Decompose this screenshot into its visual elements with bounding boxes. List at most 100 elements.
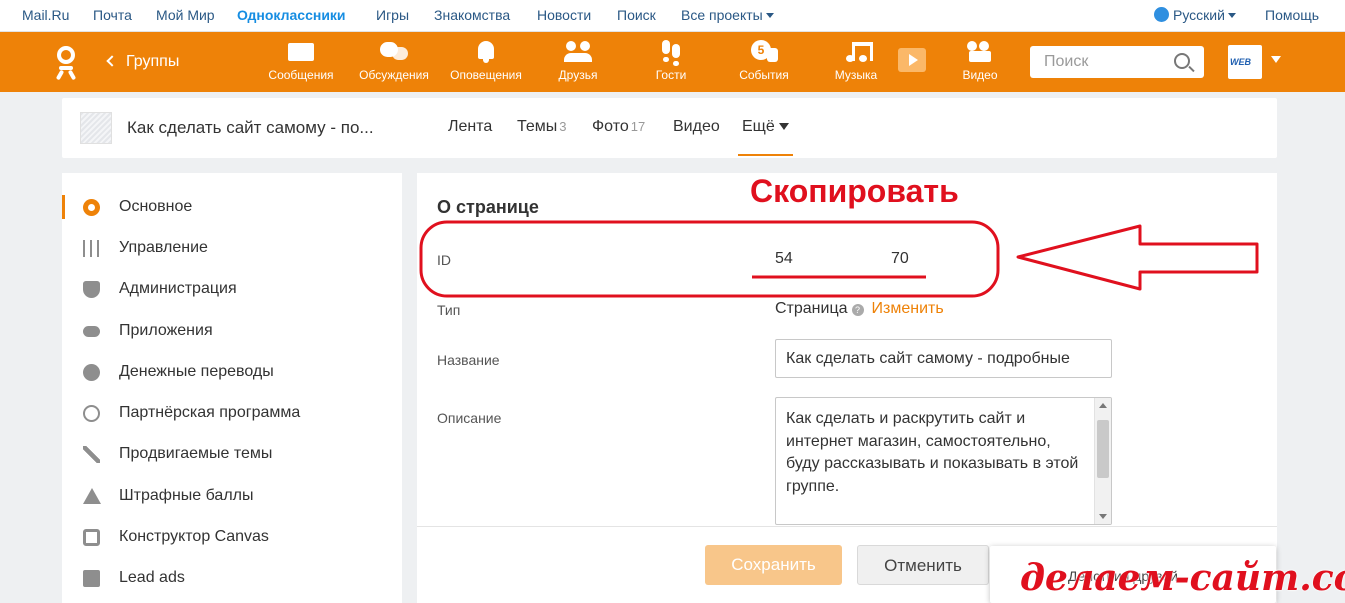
sidebar-item-label: Администрация — [119, 280, 237, 297]
chevron-down-icon[interactable] — [1271, 56, 1281, 63]
group-avatar[interactable] — [80, 112, 112, 144]
chevron-left-icon — [106, 55, 118, 67]
avatar[interactable]: WEB — [1228, 45, 1262, 79]
tab-label: Фото — [592, 118, 629, 135]
type-value: Страница — [775, 300, 848, 317]
search-icon[interactable] — [1174, 53, 1190, 69]
description-label: Описание — [437, 410, 502, 426]
description-textarea[interactable]: Как сделать и раскрутить сайт и интернет… — [775, 397, 1112, 525]
sidebar-item-label: Основное — [119, 198, 193, 215]
tab-feed[interactable]: Лента — [448, 118, 492, 136]
nav-messages[interactable]: Сообщения — [265, 40, 337, 82]
description-scrollbar[interactable] — [1094, 398, 1111, 524]
sidebar-item-label: Штрафные баллы — [119, 487, 254, 504]
gamepad-icon — [83, 326, 100, 337]
nav-music[interactable]: Музыка — [831, 40, 881, 82]
users-icon — [564, 40, 592, 64]
tab-label: Ещё — [742, 118, 775, 135]
nav-messages-label: Сообщения — [268, 68, 334, 82]
portal-link-odnoklassniki[interactable]: Одноклассники — [237, 7, 346, 23]
tab-more[interactable]: Ещё — [738, 118, 793, 156]
sidebar-item-label: Партнёрская программа — [119, 404, 301, 421]
sidebar-item-lead-ads[interactable]: Lead ads — [62, 558, 402, 598]
nav-events[interactable]: 5 События — [735, 40, 793, 82]
nav-guests[interactable]: Гости — [650, 40, 692, 82]
id-value-part2[interactable]: 70 — [891, 250, 909, 268]
footprints-icon — [657, 40, 685, 64]
sidebar-item-label: Lead ads — [119, 569, 185, 586]
nav-guests-label: Гости — [655, 68, 687, 82]
nav-notifications[interactable]: Оповещения — [446, 40, 526, 82]
sidebar-item-penalty-points[interactable]: Штрафные баллы — [62, 476, 402, 516]
site-watermark: делаем-сайт.com — [1020, 557, 1345, 599]
portal-link-search[interactable]: Поиск — [617, 7, 656, 23]
sidebar-item-partner-program[interactable]: Партнёрская программа — [62, 393, 402, 433]
sidebar-item-administration[interactable]: Администрация — [62, 269, 402, 309]
tab-photos[interactable]: Фото 17 — [592, 118, 645, 136]
portal-link-moymir[interactable]: Мой Мир — [156, 7, 215, 23]
tab-count: 3 — [559, 119, 567, 134]
sidebar-item-label: Управление — [119, 239, 208, 256]
main-toolbar: Группы Сообщения Обсуждения Оповещения Д… — [0, 32, 1345, 92]
sidebar-item-canvas-constructor[interactable]: Конструктор Canvas — [62, 517, 402, 557]
sidebar-item-apps[interactable]: Приложения — [62, 311, 402, 351]
portal-link-news[interactable]: Новости — [537, 7, 591, 23]
sidebar-item-management[interactable]: Управление — [62, 228, 402, 268]
nav-events-label: События — [739, 68, 789, 82]
canvas-icon — [83, 529, 100, 546]
help-link[interactable]: Помощь — [1265, 7, 1319, 23]
help-icon[interactable]: ? — [851, 304, 864, 316]
nav-music-label: Музыка — [834, 68, 878, 82]
about-page-panel: О странице ID 54 70 Тип Страница? Изменит… — [417, 173, 1277, 603]
sidebar-item-money-transfers[interactable]: Денежные переводы — [62, 352, 402, 392]
cancel-button[interactable]: Отменить — [857, 545, 989, 585]
portal-link-mailru[interactable]: Mail.Ru — [22, 7, 69, 23]
nav-discussions[interactable]: Обсуждения — [354, 40, 434, 82]
language-selector[interactable]: Русский — [1154, 7, 1236, 23]
name-label: Название — [437, 352, 500, 368]
save-button[interactable]: Сохранить — [705, 545, 842, 585]
at-sign-icon — [83, 405, 100, 422]
search-input[interactable] — [1030, 46, 1170, 78]
chevron-down-icon — [765, 13, 774, 18]
nav-video-label: Видео — [962, 68, 998, 82]
sidebar-item-promoted-topics[interactable]: Продвигаемые темы — [62, 434, 402, 474]
id-label: ID — [437, 252, 451, 268]
portal-link-games[interactable]: Игры — [376, 7, 409, 23]
scrollbar-thumb[interactable] — [1097, 420, 1109, 478]
sidebar-item-main[interactable]: Основное — [62, 187, 402, 227]
change-type-link[interactable]: Изменить — [872, 300, 944, 317]
nav-video[interactable]: Видео — [957, 40, 1003, 82]
panel-title: О странице — [437, 197, 539, 217]
sidebar-item-label: Продвигаемые темы — [119, 445, 273, 462]
chat-icon — [380, 40, 408, 64]
name-field[interactable] — [775, 339, 1112, 378]
nav-friends[interactable]: Друзья — [553, 40, 603, 82]
avatar-text: WEB — [1230, 57, 1251, 67]
tab-topics[interactable]: Темы 3 — [517, 118, 567, 136]
ruble-icon — [83, 364, 100, 381]
bell-icon — [472, 40, 500, 64]
back-label: Группы — [126, 53, 180, 70]
tab-video[interactable]: Видео — [673, 118, 720, 136]
group-title[interactable]: Как сделать сайт самому - по... — [127, 118, 374, 138]
ok-logo-icon[interactable] — [54, 46, 78, 81]
language-label: Русский — [1173, 7, 1225, 23]
divider — [417, 526, 1277, 527]
scroll-down-icon[interactable] — [1099, 514, 1107, 519]
scroll-up-icon[interactable] — [1099, 403, 1107, 408]
back-to-groups[interactable]: Группы — [106, 53, 180, 71]
sliders-icon — [83, 240, 100, 257]
tab-count: 17 — [630, 119, 646, 134]
warning-icon — [83, 488, 101, 504]
type-label: Тип — [437, 302, 461, 318]
search-box — [1030, 46, 1204, 78]
all-projects-label: Все проекты — [681, 7, 763, 23]
portal-link-mail[interactable]: Почта — [93, 7, 132, 23]
play-icon[interactable] — [898, 48, 926, 72]
id-value-part1[interactable]: 54 — [775, 250, 793, 268]
portal-link-all-projects[interactable]: Все проекты — [681, 7, 774, 23]
sidebar-item-label: Приложения — [119, 322, 213, 339]
group-header: Как сделать сайт самому - по... Лента Те… — [62, 98, 1277, 158]
portal-link-dating[interactable]: Знакомства — [434, 7, 510, 23]
